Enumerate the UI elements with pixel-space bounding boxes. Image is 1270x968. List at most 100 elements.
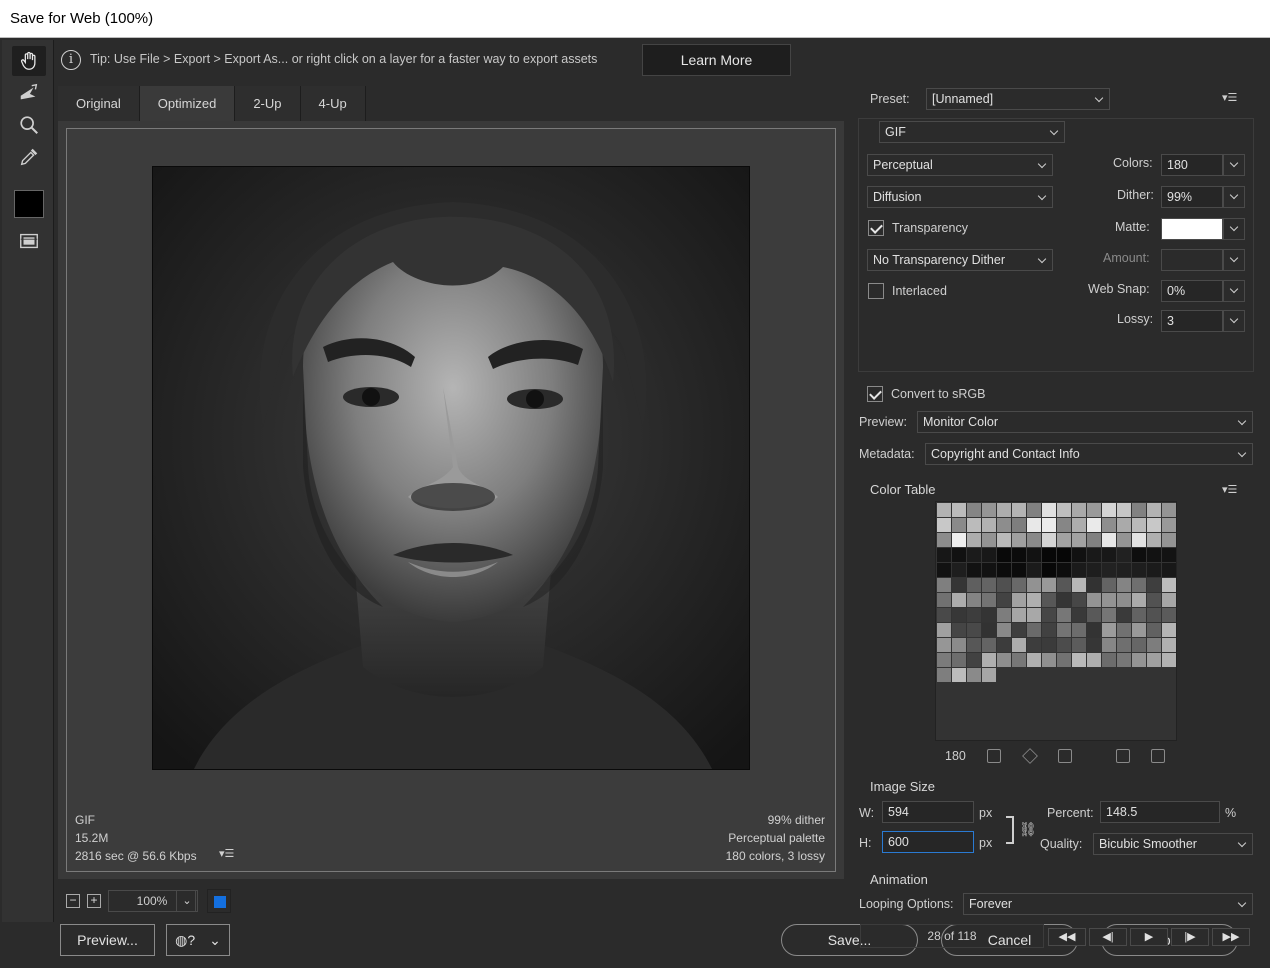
color-swatch[interactable] xyxy=(952,503,966,517)
color-swatch[interactable] xyxy=(982,518,996,532)
convert-srgb-checkbox[interactable] xyxy=(867,386,883,402)
color-swatch[interactable] xyxy=(997,518,1011,532)
hand-tool-icon[interactable] xyxy=(12,46,46,76)
color-swatch[interactable] xyxy=(952,653,966,667)
color-swatch[interactable] xyxy=(1042,578,1056,592)
color-swatch[interactable] xyxy=(1147,578,1161,592)
width-field[interactable]: 594 xyxy=(882,801,974,823)
color-swatch[interactable] xyxy=(1042,623,1056,637)
web-snap-field[interactable]: 0% xyxy=(1161,280,1223,302)
color-swatch[interactable] xyxy=(952,548,966,562)
color-swatch[interactable] xyxy=(1102,578,1116,592)
trash-icon[interactable] xyxy=(1151,749,1165,763)
color-swatch[interactable] xyxy=(1027,533,1041,547)
dither-algorithm-select[interactable]: Diffusion xyxy=(867,186,1053,208)
color-swatch[interactable] xyxy=(1057,608,1071,622)
eyedropper-color-swatch[interactable] xyxy=(14,190,44,218)
color-swatch[interactable] xyxy=(1072,638,1086,652)
color-swatch[interactable] xyxy=(1057,638,1071,652)
lock-color-icon[interactable] xyxy=(1058,749,1072,763)
color-swatch[interactable] xyxy=(1012,608,1026,622)
color-swatch[interactable] xyxy=(1072,653,1086,667)
color-swatch[interactable] xyxy=(1087,593,1101,607)
metadata-select[interactable]: Copyright and Contact Info xyxy=(925,443,1253,465)
color-swatch[interactable] xyxy=(1132,623,1146,637)
looping-options-select[interactable]: Forever xyxy=(963,893,1253,915)
color-swatch[interactable] xyxy=(1027,578,1041,592)
color-swatch[interactable] xyxy=(967,593,981,607)
color-swatch[interactable] xyxy=(1132,593,1146,607)
color-swatch[interactable] xyxy=(1087,638,1101,652)
color-swatch[interactable] xyxy=(982,668,996,682)
quality-select[interactable]: Bicubic Smoother xyxy=(1093,833,1253,855)
color-swatch[interactable] xyxy=(967,548,981,562)
color-swatch[interactable] xyxy=(1162,623,1176,637)
portrait-image[interactable] xyxy=(152,166,750,770)
color-swatch[interactable] xyxy=(952,518,966,532)
color-swatch[interactable] xyxy=(1162,548,1176,562)
color-swatch[interactable] xyxy=(1162,578,1176,592)
color-swatch[interactable] xyxy=(1012,593,1026,607)
color-swatch[interactable] xyxy=(1012,563,1026,577)
learn-more-button[interactable]: Learn More xyxy=(642,44,791,76)
color-swatch[interactable] xyxy=(982,548,996,562)
color-swatch[interactable] xyxy=(982,593,996,607)
color-swatch[interactable] xyxy=(1042,563,1056,577)
chevron-down-icon[interactable] xyxy=(1223,280,1245,302)
preset-select[interactable]: [Unnamed] xyxy=(926,88,1110,110)
color-swatch[interactable] xyxy=(937,653,951,667)
color-swatch[interactable] xyxy=(1057,578,1071,592)
color-swatch[interactable] xyxy=(1072,503,1086,517)
lossy-field[interactable]: 3 xyxy=(1161,310,1223,332)
color-swatch[interactable] xyxy=(1102,623,1116,637)
transparency-checkbox[interactable] xyxy=(868,220,884,236)
color-swatch[interactable] xyxy=(1027,638,1041,652)
color-swatch[interactable] xyxy=(1102,608,1116,622)
zoom-tool-icon[interactable] xyxy=(12,110,46,140)
color-swatch[interactable] xyxy=(952,638,966,652)
color-swatch[interactable] xyxy=(1027,518,1041,532)
color-swatch[interactable] xyxy=(1042,503,1056,517)
color-swatch[interactable] xyxy=(982,623,996,637)
color-swatch[interactable] xyxy=(937,593,951,607)
colors-field[interactable]: 180 xyxy=(1161,154,1223,176)
color-swatch[interactable] xyxy=(952,563,966,577)
color-swatch[interactable] xyxy=(1012,503,1026,517)
color-swatch[interactable] xyxy=(997,608,1011,622)
tab-2-up[interactable]: 2-Up xyxy=(235,86,301,121)
color-swatch[interactable] xyxy=(1162,533,1176,547)
zoom-in-button[interactable]: + xyxy=(87,894,101,908)
color-swatch[interactable] xyxy=(937,638,951,652)
color-swatch[interactable] xyxy=(1012,653,1026,667)
new-color-icon[interactable] xyxy=(1116,749,1130,763)
chevron-down-icon[interactable] xyxy=(1223,218,1245,240)
color-swatch[interactable] xyxy=(1162,518,1176,532)
color-swatch[interactable] xyxy=(1147,623,1161,637)
color-swatch[interactable] xyxy=(1072,608,1086,622)
color-swatch[interactable] xyxy=(1087,503,1101,517)
color-swatch[interactable] xyxy=(1087,623,1101,637)
color-swatch[interactable] xyxy=(1117,533,1131,547)
color-swatch[interactable] xyxy=(1072,548,1086,562)
color-swatch[interactable] xyxy=(997,638,1011,652)
color-swatch[interactable] xyxy=(1027,653,1041,667)
toggle-slices-visibility-icon[interactable] xyxy=(12,226,46,256)
color-swatch[interactable] xyxy=(1042,638,1056,652)
first-frame-icon[interactable]: ◀◀ xyxy=(1048,928,1086,946)
color-swatch[interactable] xyxy=(937,668,951,682)
color-swatch[interactable] xyxy=(997,533,1011,547)
color-swatch[interactable] xyxy=(1012,533,1026,547)
color-table-swatches[interactable] xyxy=(935,501,1177,741)
color-swatch[interactable] xyxy=(1117,593,1131,607)
color-swatch[interactable] xyxy=(997,548,1011,562)
color-swatch[interactable] xyxy=(1072,518,1086,532)
chevron-down-icon[interactable]: ⌄ xyxy=(176,890,198,912)
color-swatch[interactable] xyxy=(1057,503,1071,517)
color-swatch[interactable] xyxy=(982,533,996,547)
color-swatch[interactable] xyxy=(937,518,951,532)
color-swatch[interactable] xyxy=(1102,638,1116,652)
next-frame-icon[interactable]: |▶ xyxy=(1171,928,1209,946)
color-swatch[interactable] xyxy=(937,503,951,517)
color-swatch[interactable] xyxy=(1162,503,1176,517)
color-swatch[interactable] xyxy=(1132,563,1146,577)
